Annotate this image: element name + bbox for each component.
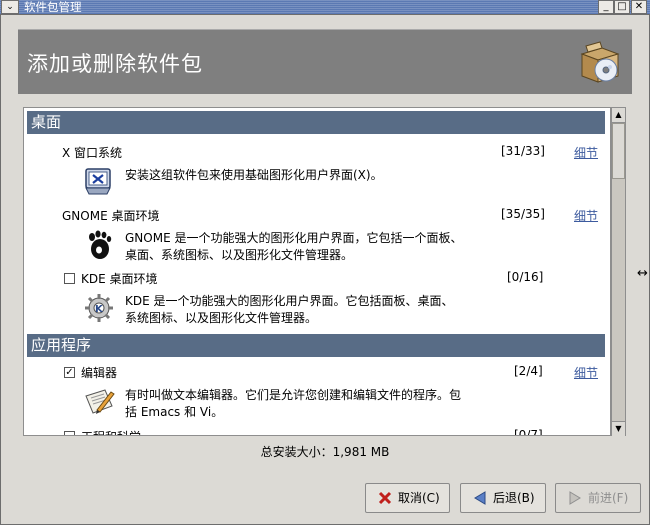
cancel-icon <box>378 491 392 505</box>
group-name-editors: 编辑器 <box>81 366 118 380</box>
back-button[interactable]: 后退(B) <box>460 483 546 513</box>
page-header: 添加或删除软件包 <box>18 29 632 94</box>
category-desktop: 桌面 <box>27 111 605 134</box>
details-link-gnome[interactable]: 细节 <box>574 207 598 224</box>
window-title: 软件包管理 <box>24 0 82 14</box>
group-count-editors: [2/4] <box>514 364 543 378</box>
forward-button-label: 前进(F) <box>588 491 629 505</box>
minimize-button[interactable]: _ <box>598 0 614 14</box>
text-editor-icon <box>85 389 115 414</box>
group-desc-editors: 有时叫做文本编辑器。它们是允许您创建和编辑文件的程序。包括 Emacs 和 Vi… <box>125 388 462 419</box>
cancel-button[interactable]: 取消(C) <box>365 483 450 513</box>
window-menu-button[interactable]: ⌄ <box>1 0 19 14</box>
scroll-thumb[interactable] <box>612 123 625 179</box>
resize-cursor-icon: ↔ <box>637 266 648 281</box>
svg-text:K: K <box>95 304 104 315</box>
group-count-gnome: [35/35] <box>501 207 545 221</box>
checkbox-engineering[interactable] <box>64 431 75 435</box>
package-install-icon <box>580 41 620 83</box>
window-titlebar: ⌄ 软件包管理 _ □ ✕ <box>0 0 650 14</box>
group-desc-kde: KDE 是一个功能强大的图形化用户界面。它包括面板、桌面、 系统图标、以及图形化… <box>125 294 454 325</box>
maximize-button[interactable]: □ <box>614 0 630 14</box>
details-link-editors[interactable]: 细节 <box>574 364 598 381</box>
cancel-button-label: 取消(C) <box>398 491 440 505</box>
group-desc-x-window: 安装这组软件包来使用基础图形化用户界面(X)。 <box>125 168 383 182</box>
total-install-size: 总安装大小：1,981 MB <box>260 445 390 459</box>
checkbox-editors[interactable]: ✓ <box>64 367 75 378</box>
details-link-x-window[interactable]: 细节 <box>574 144 598 161</box>
checkbox-x-window[interactable] <box>63 144 74 155</box>
scroll-up-button[interactable]: ▲ <box>612 108 625 123</box>
group-count-kde: [0/16] <box>507 270 544 284</box>
forward-arrow-icon <box>569 491 581 505</box>
scroll-down-button[interactable]: ▼ <box>612 421 625 436</box>
back-button-label: 后退(B) <box>493 491 535 505</box>
x-window-icon <box>85 168 111 195</box>
back-arrow-icon <box>474 491 486 505</box>
group-name-gnome: GNOME 桌面环境 <box>62 209 160 223</box>
close-window-button[interactable]: ✕ <box>631 0 647 14</box>
group-name-engineering: 工程和科学 <box>81 428 141 435</box>
checkbox-kde[interactable] <box>64 273 75 284</box>
group-count-x-window: [31/33] <box>501 144 545 158</box>
category-applications: 应用程序 <box>27 334 605 357</box>
checkbox-gnome[interactable] <box>63 207 74 218</box>
group-desc-gnome: GNOME 是一个功能强大的图形化用户界面，它包括一个面板、 桌面、系统图标、以… <box>125 231 463 262</box>
forward-button[interactable]: 前进(F) <box>555 483 641 513</box>
page-title: 添加或删除软件包 <box>27 52 203 76</box>
gnome-foot-icon <box>89 230 112 259</box>
list-scrollbar[interactable]: ▲ ▼ <box>611 107 626 436</box>
group-name-kde: KDE 桌面环境 <box>81 272 158 286</box>
package-group-list[interactable]: 桌面 X 窗口系统 [31/33] 细节 安装这组软件包来使用基础图形化用户界面… <box>23 107 611 436</box>
kde-gear-icon: K <box>85 294 113 322</box>
group-count-engineering: [0/7] <box>514 428 543 436</box>
